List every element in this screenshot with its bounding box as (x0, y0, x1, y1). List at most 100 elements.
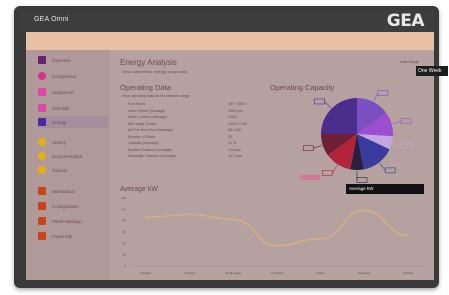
pie-leader-line (332, 165, 338, 173)
data-point (363, 209, 365, 212)
y-tick-label: 80 (123, 219, 127, 223)
operating-data-row: Capacity (Average) 91 % (128, 141, 248, 147)
sidebar-item-overview[interactable]: Overview (38, 54, 108, 66)
pie-label-box (322, 170, 333, 176)
y-tick-label: 60 (123, 230, 127, 234)
compressor-icon (38, 72, 46, 80)
pie-legend-swatch (300, 175, 320, 180)
sidebar-item-label: Overview (52, 57, 71, 63)
average-kw-selector[interactable]: Average kW (346, 184, 424, 194)
pie-leader-line (379, 163, 386, 171)
x-tick-label: Wednesday (225, 271, 241, 275)
pie-label-box (302, 145, 314, 152)
operating-data-description: View operating data for the selected ran… (122, 94, 190, 98)
sidebar-item-label: Configuration (52, 203, 79, 209)
average-kw-line-chart: 0 20 40 60 80 100 120 Monday Tuesday Wednesday Thu… (121, 196, 424, 275)
configuration-icon (38, 202, 46, 210)
capacity-pie-chart (292, 88, 422, 184)
operating-data-row: Motor Speed (Average) 3450 rpm (128, 109, 248, 115)
pie-label-box (377, 90, 389, 96)
operating-data-row: Suction Pressure (Average) 3.6 psia (128, 148, 248, 154)
y-tick-label: 40 (123, 241, 127, 245)
pie-label-box (314, 98, 325, 105)
info-icon (38, 232, 46, 240)
x-tick-label: Tuesday (184, 271, 196, 275)
data-point (189, 213, 191, 216)
operating-data-key: Number of Starts (128, 134, 156, 139)
sidebar-item-energy[interactable]: Energy (38, 116, 108, 128)
header-banner (26, 32, 434, 50)
data-point (407, 234, 409, 236)
operating-data-value: 91 % (228, 141, 237, 145)
pie-leader-line (313, 145, 322, 149)
sidebar-item-mechanical[interactable]: Mechanical (38, 185, 108, 197)
page-subtitle: View compressor energy usage data (122, 69, 187, 74)
x-tick-label: Monday (141, 271, 152, 275)
operating-data-key: kW Per Run Hour (Average) (128, 128, 173, 132)
operating-data-row: Run Hours 167 / 168 h (128, 102, 248, 108)
date-range-label: Date Range (400, 60, 420, 64)
x-tick-label: Friday (316, 271, 325, 275)
operating-data-key: Discharge Pressure (Average) (128, 154, 177, 158)
series-line (145, 209, 409, 247)
sidebar-item-compressor[interactable]: Compressor (38, 70, 108, 82)
operating-data-key: kW Usage (Total) (128, 121, 156, 126)
y-tick-label: 100 (121, 207, 126, 211)
brand-logo: GEA (386, 11, 425, 31)
sidebar-item-documentation[interactable]: Documentation (38, 150, 108, 162)
sidebar-item-panel-settings[interactable]: Panel Settings (38, 215, 108, 227)
data-point (320, 238, 322, 240)
sidebar-item-history[interactable]: History (38, 136, 108, 148)
x-tick-label: Saturday (358, 271, 371, 275)
page-title: Energy Analysis (120, 58, 177, 67)
sidebar: Overview Compressor Sequencer Omnilink E… (26, 50, 110, 280)
x-tick-label: Thursday (271, 271, 284, 275)
operating-data-key: Suction Pressure (Average) (128, 147, 173, 152)
sidebar-item-label: History (52, 139, 67, 145)
sidebar-item-label: Energy (52, 119, 67, 125)
sidebar-item-sequencer[interactable]: Sequencer (38, 86, 108, 98)
y-tick-label: 120 (121, 196, 126, 200)
operating-data-value: 236 A (228, 115, 238, 119)
energy-icon (38, 118, 46, 126)
pie-leader-line (324, 101, 332, 109)
sidebar-item-label: Mechanical (52, 188, 75, 194)
sidebar-item-panel-info[interactable]: Panel Info (38, 230, 108, 242)
operating-data-value: 167 / 168 h (228, 102, 246, 106)
operating-data-value: 86.3 kW (228, 128, 242, 132)
operating-data-value: 3450 rpm (228, 108, 244, 113)
x-tick-label: Sunday (403, 271, 414, 275)
operating-data-row: Motor Current (Average) 236 A (128, 115, 248, 121)
sidebar-item-label: Documentation (52, 153, 83, 159)
pie-label-box (384, 167, 396, 174)
sidebar-item-tutorial[interactable]: Tutorial (38, 164, 108, 176)
grid-icon (38, 56, 46, 64)
app-title: GEA Omni (34, 16, 69, 23)
date-range-select[interactable]: One Week (416, 66, 448, 76)
sidebar-item-label: Panel Settings (52, 218, 82, 224)
sidebar-item-label: Omnilink (52, 105, 70, 111)
y-tick-label: 0 (124, 264, 126, 268)
link-icon (38, 104, 46, 112)
operating-data-key: Motor Speed (Average) (128, 108, 166, 113)
pie-label-box (356, 177, 368, 183)
operating-data-row: Number of Starts 26 (128, 135, 248, 141)
operating-data-value: 26 (228, 134, 232, 139)
sequencer-icon (38, 88, 46, 96)
operating-data-key: Motor Current (Average) (128, 115, 167, 119)
mechanical-icon (38, 187, 46, 195)
operating-data-value: 14407.2 kW (228, 121, 248, 126)
sidebar-item-configuration[interactable]: Configuration (38, 200, 108, 212)
pie-label-box (400, 118, 412, 124)
pie-label-box (401, 142, 412, 149)
sidebar-item-label: Sequencer (52, 89, 74, 95)
sidebar-item-omnilink[interactable]: Omnilink (38, 102, 108, 114)
operating-data-row: kW Usage (Total) 14407.2 kW (128, 122, 248, 128)
data-point (145, 216, 147, 218)
operating-data-row: kW Per Run Hour (Average) 86.3 kW (128, 128, 248, 134)
operating-data-key: Run Hours (128, 102, 146, 106)
pie-leader-line (392, 120, 402, 124)
title-bar: GEA Omni GEA (20, 10, 434, 32)
data-point (232, 218, 234, 221)
operating-data-key: Capacity (Average) (128, 141, 159, 145)
